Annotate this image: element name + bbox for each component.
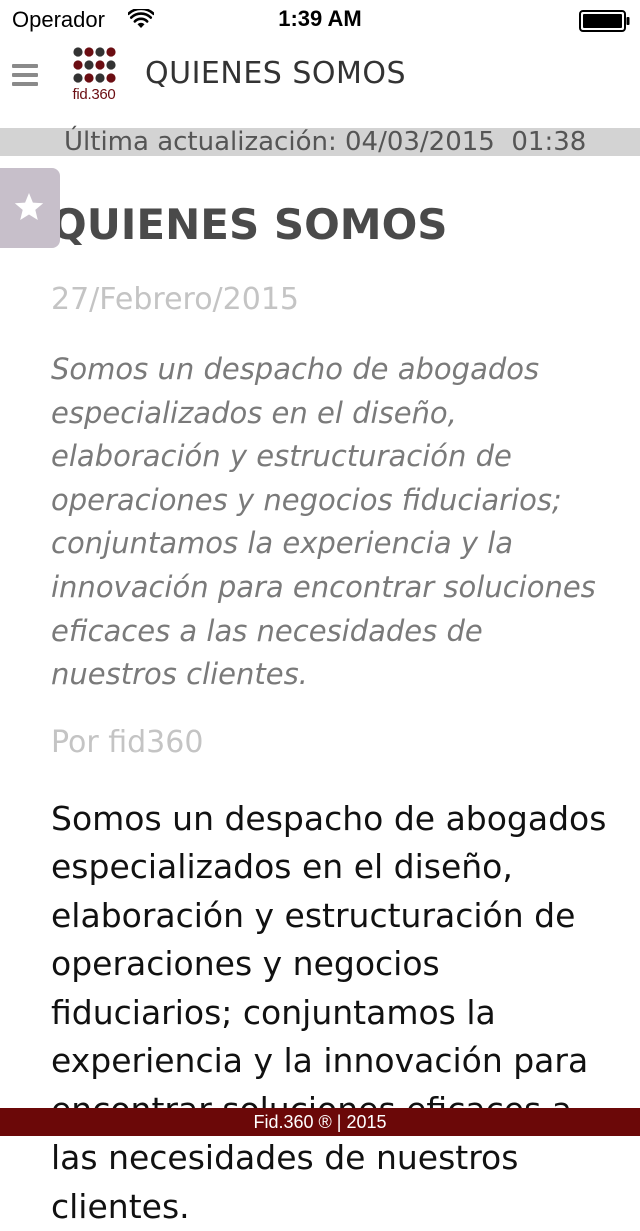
footer-text: Fid.360 ® | 2015 (253, 1112, 387, 1132)
battery-icon (579, 10, 630, 32)
last-update-text: Última actualización: 04/03/2015 01:38 (64, 127, 587, 157)
status-time: 1:39 AM (278, 6, 362, 31)
article-content: QUIENES SOMOS 27/Febrero/2015 Somos un d… (51, 196, 611, 1231)
menu-icon[interactable] (12, 64, 40, 88)
article-date: 27/Febrero/2015 (51, 282, 300, 317)
footer-bar: Fid.360 ® | 2015 (0, 1108, 640, 1136)
page-title: QUIENES SOMOS (145, 56, 407, 91)
logo-dots-icon (73, 47, 116, 83)
app-logo: fid.360 (66, 46, 122, 106)
article-author: Por fid360 (51, 724, 204, 760)
favorite-button[interactable] (0, 168, 60, 248)
article-summary: Somos un despacho de abogados especializ… (51, 352, 596, 692)
status-bar: Operador 1:39 AM (0, 0, 640, 40)
last-update-bar: Última actualización: 04/03/2015 01:38 (0, 127, 640, 157)
star-icon (14, 193, 44, 220)
logo-text: fid.360 (72, 86, 116, 103)
nav-bar: fid.360 QUIENES SOMOS (0, 40, 640, 128)
article-body: Somos un despacho de abogados especializ… (51, 798, 607, 1226)
article-title: QUIENES SOMOS (51, 200, 448, 249)
